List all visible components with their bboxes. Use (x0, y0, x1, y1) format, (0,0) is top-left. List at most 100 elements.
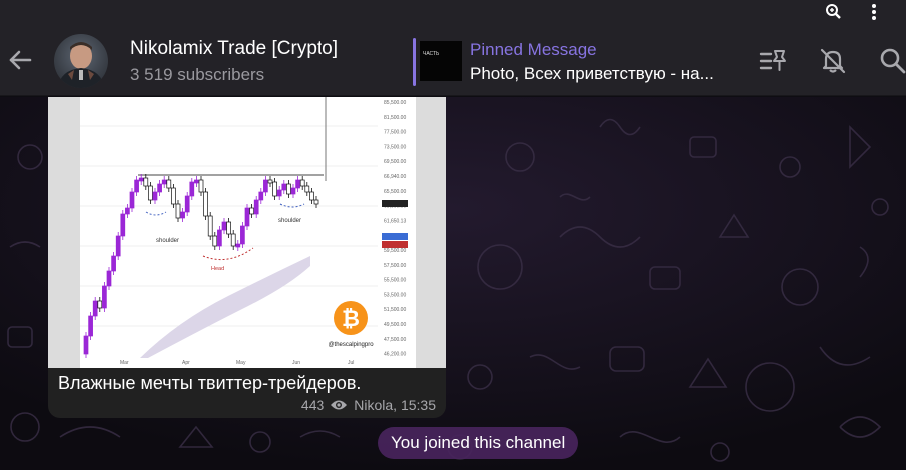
candle-body (180, 211, 185, 219)
candle-body (299, 179, 305, 187)
zoom-icon[interactable] (824, 2, 844, 22)
price-axis-label: 65,500.00 (384, 189, 406, 195)
candle-body (184, 195, 190, 213)
price-axis-label: 61,650.13 (384, 218, 406, 224)
candle-body (157, 183, 162, 193)
price-axis-label: 53,500.00 (384, 292, 406, 298)
price-axis-label: 85,500.00 (384, 100, 406, 106)
chat-area: shoulder shoulder Head 85,500.00 81,500.0… (0, 97, 906, 470)
candle-body (83, 335, 89, 355)
chart-watermark: @thescalpingpro (328, 342, 374, 348)
post-caption: Влажные мечты твиттер-трейдеров. (58, 373, 362, 393)
price-axis-label: 57,500.00 (384, 263, 406, 269)
view-count: 443 (300, 397, 325, 413)
price-axis-label: 77,500.00 (384, 130, 406, 136)
left-shoulder-label: shoulder (156, 238, 179, 244)
price-axis-label: 66,940.00 (384, 174, 406, 180)
channel-title[interactable]: Nikolamix Trade [Crypto] (130, 38, 338, 60)
candle-body (106, 270, 112, 287)
price-axis-label: 73,500.00 (384, 144, 406, 150)
candle-body (194, 179, 199, 184)
candle-body (267, 179, 273, 184)
subscriber-count: 3 519 subscribers (130, 65, 265, 84)
candle-body (111, 255, 116, 272)
chat-header: Nikolamix Trade [Crypto] 3 519 subscribe… (0, 24, 906, 96)
search-icon[interactable] (878, 46, 906, 76)
candle-body (198, 179, 204, 193)
candle-body (148, 185, 153, 201)
candle-body (244, 207, 250, 227)
candle-body (134, 179, 139, 193)
candle-body (171, 187, 176, 205)
candle-body (263, 179, 268, 193)
month-axis-label: Jul (348, 360, 354, 366)
pinned-message-text[interactable]: Photo, Всех приветствую - на... (470, 64, 730, 84)
candle-body (276, 189, 282, 197)
candle-body (253, 199, 259, 215)
head-label: Head (211, 266, 224, 272)
candle-body (286, 183, 291, 195)
candle-body (143, 177, 149, 187)
candle-body (217, 229, 222, 247)
notifications-off-icon[interactable] (818, 46, 848, 76)
candle-body (161, 179, 167, 185)
joined-channel-notice: You joined this channel (378, 427, 579, 459)
avatar-person-image (58, 42, 104, 88)
candle-body (295, 179, 300, 189)
pinned-message-label[interactable]: Pinned Message (470, 40, 597, 60)
candle-body (313, 199, 319, 205)
candle-body (226, 221, 231, 235)
candle-body (115, 235, 121, 257)
month-axis-label: Jun (292, 360, 300, 366)
candle-body (221, 221, 227, 231)
candle-body (92, 300, 98, 317)
pinned-list-icon[interactable] (758, 46, 788, 76)
candle-body (304, 185, 310, 193)
candle-body (290, 187, 296, 195)
candle-body (240, 225, 245, 245)
candle-body (235, 243, 241, 248)
btc-chart-image: shoulder shoulder Head 85,500.00 81,500.0… (48, 97, 446, 368)
candle-body (272, 181, 277, 197)
candle-body (120, 213, 126, 237)
price-axis-label: 49,500.00 (384, 322, 406, 328)
candle-body (125, 207, 130, 215)
author-time: Nikola, 15:35 (354, 397, 436, 413)
channel-post[interactable]: shoulder shoulder Head 85,500.00 81,500.0… (48, 97, 446, 418)
candle-body (138, 177, 144, 182)
back-arrow-icon[interactable] (4, 44, 36, 76)
right-shoulder-label: shoulder (278, 218, 301, 224)
price-axis-label: 55,500.00 (384, 278, 406, 284)
candle-body (102, 285, 107, 309)
month-axis-label: May (236, 360, 246, 366)
price-axis-label: 46,200.00 (384, 352, 406, 358)
month-axis-label: Mar (120, 360, 129, 366)
window-bar (0, 0, 906, 24)
candle-body (281, 183, 287, 191)
chart-photo[interactable]: shoulder shoulder Head 85,500.00 81,500.0… (48, 97, 446, 368)
candle-body (207, 215, 213, 237)
month-axis-label: Apr (182, 360, 190, 366)
more-vertical-icon[interactable] (864, 2, 884, 22)
candle-body (230, 233, 236, 247)
price-axis-label: 59,500.00 (384, 248, 406, 254)
candle-body (203, 191, 208, 217)
pinned-indicator (413, 38, 416, 86)
eye-icon (331, 400, 348, 410)
candle-body (212, 235, 218, 247)
candle-body (97, 300, 103, 309)
candle-body (249, 207, 254, 215)
candle-body (166, 179, 172, 189)
pinned-thumbnail[interactable]: ЧАСТЬ (420, 41, 462, 81)
post-meta: 443 Nikola, 15:35 (301, 397, 436, 413)
price-axis-label: 51,500.00 (384, 307, 406, 313)
bitcoin-symbol: ₿ (342, 307, 360, 332)
candle-body (152, 191, 158, 201)
candle-body (258, 191, 264, 201)
candle-body (189, 181, 195, 197)
channel-avatar[interactable] (54, 34, 108, 88)
candle-body (175, 203, 181, 219)
price-axis-label: 47,500.00 (384, 337, 406, 343)
candle-body (88, 315, 93, 337)
candle-body (309, 191, 314, 201)
